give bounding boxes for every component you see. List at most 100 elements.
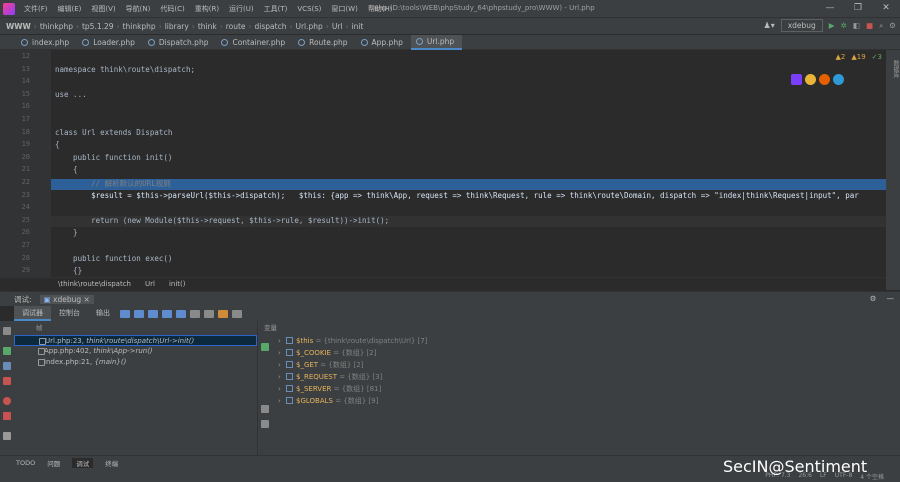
stop-debug-icon[interactable] [3, 377, 11, 385]
minimize-button[interactable]: — [816, 0, 844, 17]
add-watch-icon[interactable] [261, 343, 269, 351]
variable-name: $_SERVER [296, 385, 332, 393]
menu-view[interactable]: 视图(V) [86, 4, 120, 14]
force-step-into-icon[interactable] [162, 309, 172, 318]
breadcrumb-www[interactable]: WWW [6, 22, 34, 31]
breadcrumb-thinkphp[interactable]: thinkphp [40, 22, 76, 31]
inspections-widget[interactable]: ▲2 ▲19 ✓3 [835, 53, 882, 61]
breadcrumb-url-class[interactable]: Url [332, 22, 346, 31]
weak-warning-count: 19 [856, 53, 866, 61]
tool-tab-terminal[interactable]: 终端 [105, 458, 118, 468]
phpstorm-browser-icon[interactable] [791, 74, 802, 85]
firefox-icon[interactable] [819, 74, 830, 85]
run-config-select[interactable]: xdebug [780, 19, 823, 32]
search-icon[interactable]: ⌕ [879, 21, 883, 31]
close-button[interactable]: ✕ [872, 0, 900, 17]
stop-icon[interactable]: ■ [866, 21, 873, 30]
inline-values-icon[interactable] [261, 420, 269, 428]
breadcrumb-think[interactable]: think [198, 22, 220, 31]
breadcrumb-route[interactable]: route [226, 22, 249, 31]
show-execution-point-icon[interactable] [120, 309, 130, 318]
copy-icon[interactable] [261, 405, 269, 413]
resume-icon[interactable] [3, 347, 11, 355]
variable-row[interactable]: › $_GET = {数组} [2] [272, 359, 900, 371]
menu-edit[interactable]: 编辑(E) [53, 4, 87, 14]
menu-navigate[interactable]: 导航(N) [121, 4, 156, 14]
tab-route-php[interactable]: Route.php [293, 35, 355, 50]
breadcrumb-thinkphp-lib[interactable]: thinkphp [123, 22, 159, 31]
breadcrumb-library[interactable]: library [165, 22, 192, 31]
tab-debugger[interactable]: 调试器 [14, 306, 51, 321]
variable-row[interactable]: › $this = {think\route\dispatch\Url} [7] [272, 335, 900, 347]
hide-icon[interactable]: — [887, 294, 895, 303]
coverage-icon[interactable]: ◧ [853, 21, 860, 30]
chrome-icon[interactable] [805, 74, 816, 85]
tab-container-php[interactable]: Container.php [216, 35, 293, 50]
variable-row[interactable]: › $GLOBALS = {数组} [9] [272, 395, 900, 407]
right-tool-strip[interactable]: 数据库 [886, 50, 900, 290]
variable-row[interactable]: › $_COOKIE = {数组} [2] [272, 347, 900, 359]
settings-icon[interactable]: ⚙ [870, 294, 877, 303]
debug-session-tab[interactable]: ▣ xdebug × [39, 294, 94, 304]
frame-row[interactable]: App.php:402, think\App->run() [14, 346, 257, 357]
breadcrumb-version[interactable]: tp5.1.29 [82, 22, 117, 31]
tab-console[interactable]: 控制台 [51, 306, 88, 321]
tab-label: index.php [32, 38, 70, 47]
restore-layout-icon[interactable] [232, 309, 242, 318]
tool-tab-problems[interactable]: 问题 [47, 458, 60, 468]
tool-tab-todo[interactable]: TODO [16, 459, 35, 467]
frame-icon [38, 348, 45, 355]
rerun-icon[interactable] [3, 327, 11, 335]
run-icon[interactable]: ▶ [829, 21, 835, 30]
edge-icon[interactable] [833, 74, 844, 85]
frame-row[interactable]: index.php:21, {main}() [14, 357, 257, 368]
settings-icon[interactable]: ⚙ [889, 21, 896, 30]
menu-file[interactable]: 文件(F) [19, 4, 53, 14]
maximize-button[interactable]: ❐ [844, 0, 872, 17]
step-into-icon[interactable] [148, 309, 158, 318]
expand-arrow-icon[interactable]: › [278, 359, 286, 371]
tab-url-php[interactable]: Url.php [410, 35, 463, 50]
step-out-icon[interactable] [176, 309, 186, 318]
expand-arrow-icon[interactable]: › [278, 347, 286, 359]
breakpoint-toggle-icon[interactable] [218, 309, 228, 318]
menu-window[interactable]: 窗口(W) [326, 4, 362, 14]
step-over-icon[interactable] [134, 309, 144, 318]
code-editor[interactable]: 12 13 14 15 16 17 18 19 20 21 22 23 24 25 26 27 28 29 nam… [0, 50, 886, 277]
tab-dispatch-php[interactable]: Dispatch.php [143, 35, 217, 50]
view-breakpoints-icon[interactable] [3, 397, 11, 405]
run-to-cursor-icon[interactable] [190, 309, 200, 318]
menu-refactor[interactable]: 重构(R) [190, 4, 224, 14]
pause-icon[interactable] [3, 362, 11, 370]
tool-tab-debug[interactable]: 调试 [72, 457, 94, 468]
menu-run[interactable]: 运行(U) [224, 4, 259, 14]
expand-arrow-icon[interactable]: › [278, 371, 286, 383]
crumb-method[interactable]: init() [169, 280, 186, 288]
evaluate-icon[interactable] [204, 309, 214, 318]
debug-icon[interactable]: ✲ [841, 21, 847, 30]
settings-icon[interactable] [3, 432, 11, 440]
expand-arrow-icon[interactable]: › [278, 335, 286, 347]
breadcrumb-init[interactable]: init [351, 22, 366, 31]
tab-app-php[interactable]: App.php [356, 35, 411, 50]
close-session-icon[interactable]: × [84, 295, 90, 304]
expand-arrow-icon[interactable]: › [278, 383, 286, 395]
crumb-class[interactable]: Url [145, 280, 155, 288]
variable-row[interactable]: › $_SERVER = {数组} [81] [272, 383, 900, 395]
user-icon[interactable]: ♟▾ [764, 21, 775, 30]
tab-loader-php[interactable]: Loader.php [77, 35, 143, 50]
menu-code[interactable]: 代码(C) [155, 4, 189, 14]
variable-row[interactable]: › $_REQUEST = {数组} [3] [272, 371, 900, 383]
breadcrumb-dispatch[interactable]: dispatch [255, 22, 290, 31]
crumb-namespace[interactable]: \think\route\dispatch [58, 280, 131, 288]
breadcrumb-url-php[interactable]: Url.php [295, 22, 325, 31]
frame-row[interactable]: Url.php:23, think\route\dispatch\Url->in… [14, 335, 257, 346]
editor-gutter[interactable]: 12 13 14 15 16 17 18 19 20 21 22 23 24 25 26 27 28 29 [0, 50, 51, 277]
tab-index-php[interactable]: index.php [16, 35, 77, 50]
mute-breakpoints-icon[interactable] [3, 412, 11, 420]
menu-tools[interactable]: 工具(T) [259, 4, 293, 14]
expand-arrow-icon[interactable]: › [278, 395, 286, 407]
variable-value: = {数组} [3] [337, 373, 383, 381]
menu-vcs[interactable]: VCS(S) [292, 5, 326, 13]
tab-output[interactable]: 输出 [88, 306, 118, 321]
